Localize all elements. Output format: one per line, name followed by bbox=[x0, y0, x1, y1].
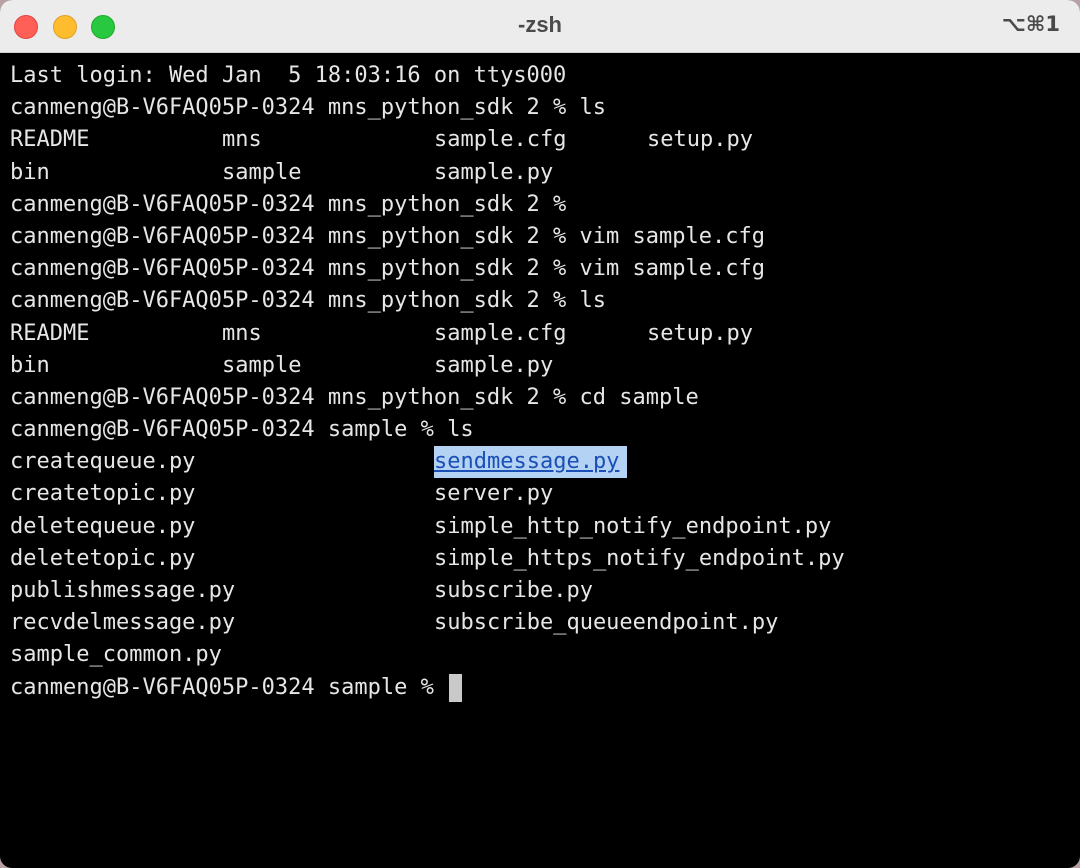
ls-row: sample_common.py bbox=[10, 639, 1070, 671]
ls-row: createqueue.py sendmessage.py bbox=[10, 446, 1070, 479]
file-entry[interactable]: bin bbox=[10, 157, 50, 189]
prompt-line: canmeng@B-V6FAQ05P-0324 mns_python_sdk 2… bbox=[10, 191, 567, 217]
prompt-line: canmeng@B-V6FAQ05P-0324 mns_python_sdk 2… bbox=[10, 223, 765, 249]
current-prompt-line[interactable]: canmeng@B-V6FAQ05P-0324 sample % bbox=[10, 672, 1070, 704]
file-entry[interactable]: deletequeue.py bbox=[10, 511, 195, 543]
file-entry[interactable]: sample.py bbox=[434, 157, 553, 189]
file-entry[interactable]: sample_common.py bbox=[10, 639, 222, 671]
title-bar[interactable]: -zsh ⌥⌘1 bbox=[0, 0, 1080, 53]
file-entry[interactable]: publishmessage.py bbox=[10, 575, 235, 607]
file-entry[interactable]: simple_https_notify_endpoint.py bbox=[434, 543, 845, 575]
file-entry[interactable]: sample.py bbox=[434, 350, 553, 382]
ls-row: deletequeue.py simple_http_notify_endpoi… bbox=[10, 511, 1070, 543]
terminal-window: -zsh ⌥⌘1 Last login: Wed Jan 5 18:03:16 … bbox=[0, 0, 1080, 868]
file-entry[interactable]: README bbox=[10, 124, 89, 156]
prompt-text: canmeng@B-V6FAQ05P-0324 sample % bbox=[10, 674, 448, 700]
file-entry[interactable]: sample bbox=[222, 157, 301, 189]
file-entry[interactable]: createqueue.py bbox=[10, 446, 195, 478]
window-shortcut: ⌥⌘1 bbox=[1001, 12, 1060, 36]
ls-row: README mns sample.cfg setup.py bbox=[10, 318, 1070, 350]
file-entry[interactable]: subscribe_queueendpoint.py bbox=[434, 607, 778, 639]
file-entry[interactable]: server.py bbox=[434, 478, 553, 510]
file-entry-selected[interactable]: sendmessage.py bbox=[434, 446, 628, 479]
file-entry[interactable]: simple_http_notify_endpoint.py bbox=[434, 511, 831, 543]
file-entry[interactable]: subscribe.py bbox=[434, 575, 593, 607]
file-entry[interactable]: bin bbox=[10, 350, 50, 382]
prompt-line: canmeng@B-V6FAQ05P-0324 sample % ls bbox=[10, 417, 474, 443]
ls-row: bin sample sample.py bbox=[10, 350, 1070, 382]
ls-row: README mns sample.cfg setup.py bbox=[10, 124, 1070, 156]
ls-row: recvdelmessage.py subscribe_queueendpoin… bbox=[10, 607, 1070, 639]
file-entry[interactable]: README bbox=[10, 318, 89, 350]
file-entry[interactable]: mns bbox=[222, 124, 262, 156]
file-entry[interactable]: sample.cfg bbox=[434, 318, 566, 350]
prompt-line: canmeng@B-V6FAQ05P-0324 mns_python_sdk 2… bbox=[10, 95, 607, 121]
file-entry[interactable]: createtopic.py bbox=[10, 478, 195, 510]
terminal-output[interactable]: Last login: Wed Jan 5 18:03:16 on ttys00… bbox=[10, 60, 1070, 704]
file-entry[interactable]: deletetopic.py bbox=[10, 543, 195, 575]
file-entry[interactable]: setup.py bbox=[647, 318, 753, 350]
file-entry[interactable]: recvdelmessage.py bbox=[10, 607, 235, 639]
ls-row: createtopic.py server.py bbox=[10, 478, 1070, 510]
ls-row: bin sample sample.py bbox=[10, 157, 1070, 189]
login-line: Last login: Wed Jan 5 18:03:16 on ttys00… bbox=[10, 63, 567, 88]
file-entry[interactable]: setup.py bbox=[647, 124, 753, 156]
file-entry[interactable]: sample bbox=[222, 350, 301, 382]
prompt-line: canmeng@B-V6FAQ05P-0324 mns_python_sdk 2… bbox=[10, 256, 765, 282]
ls-row: deletetopic.py simple_https_notify_endpo… bbox=[10, 543, 1070, 575]
text-cursor bbox=[449, 673, 463, 702]
prompt-line: canmeng@B-V6FAQ05P-0324 mns_python_sdk 2… bbox=[10, 384, 699, 410]
prompt-line: canmeng@B-V6FAQ05P-0324 mns_python_sdk 2… bbox=[10, 288, 607, 314]
file-entry[interactable]: mns bbox=[222, 318, 262, 350]
window-title: -zsh bbox=[518, 12, 562, 37]
ls-row: publishmessage.py subscribe.py bbox=[10, 575, 1070, 607]
file-entry[interactable]: sample.cfg bbox=[434, 124, 566, 156]
